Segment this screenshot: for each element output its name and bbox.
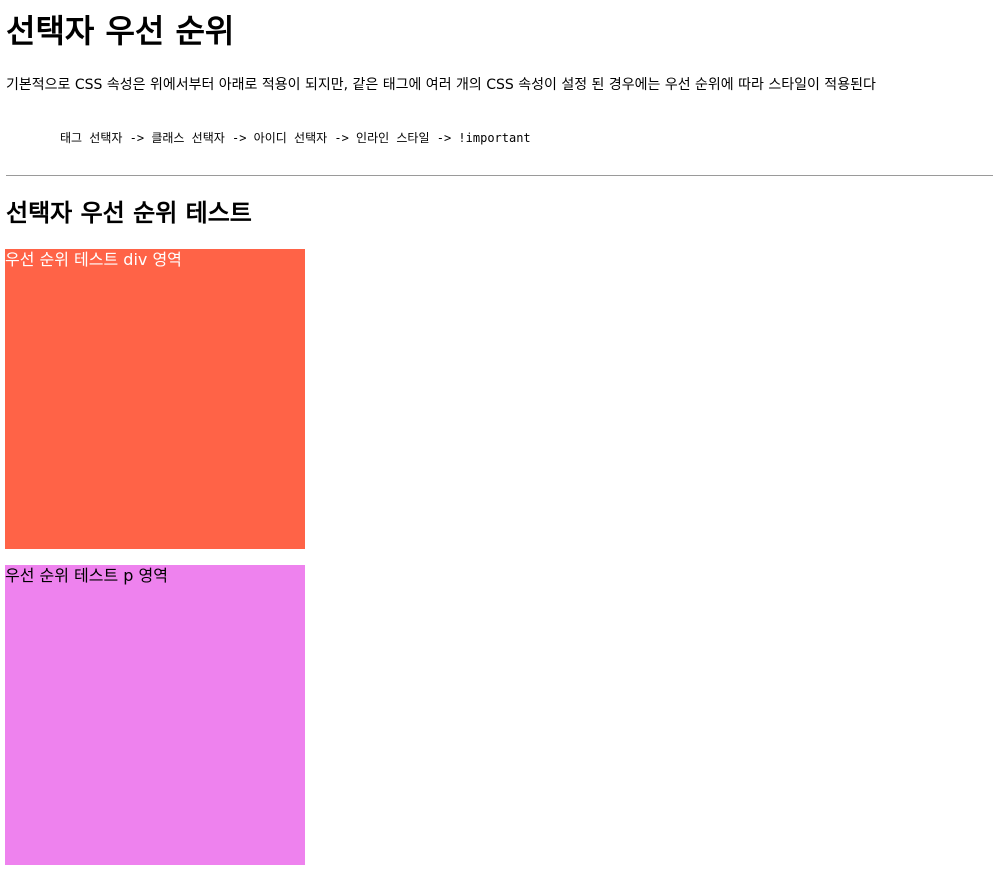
test-section-title: 선택자 우선 순위 테스트	[6, 199, 252, 227]
priority-test-div-box: 우선 순위 테스트 div 영역	[5, 249, 305, 549]
intro-paragraph: 기본적으로 CSS 속성은 위에서부터 아래로 적용이 되지만, 같은 태그에 …	[6, 77, 876, 93]
page: 선택자 우선 순위 기본적으로 CSS 속성은 위에서부터 아래로 적용이 되지…	[0, 0, 993, 878]
priority-order-text: 태그 선택자 -> 클래스 선택자 -> 아이디 선택자 -> 인라인 스타일 …	[60, 131, 531, 145]
page-title: 선택자 우선 순위	[6, 12, 235, 50]
section-divider	[6, 175, 993, 176]
priority-test-p-box: 우선 순위 테스트 p 영역	[5, 565, 305, 865]
